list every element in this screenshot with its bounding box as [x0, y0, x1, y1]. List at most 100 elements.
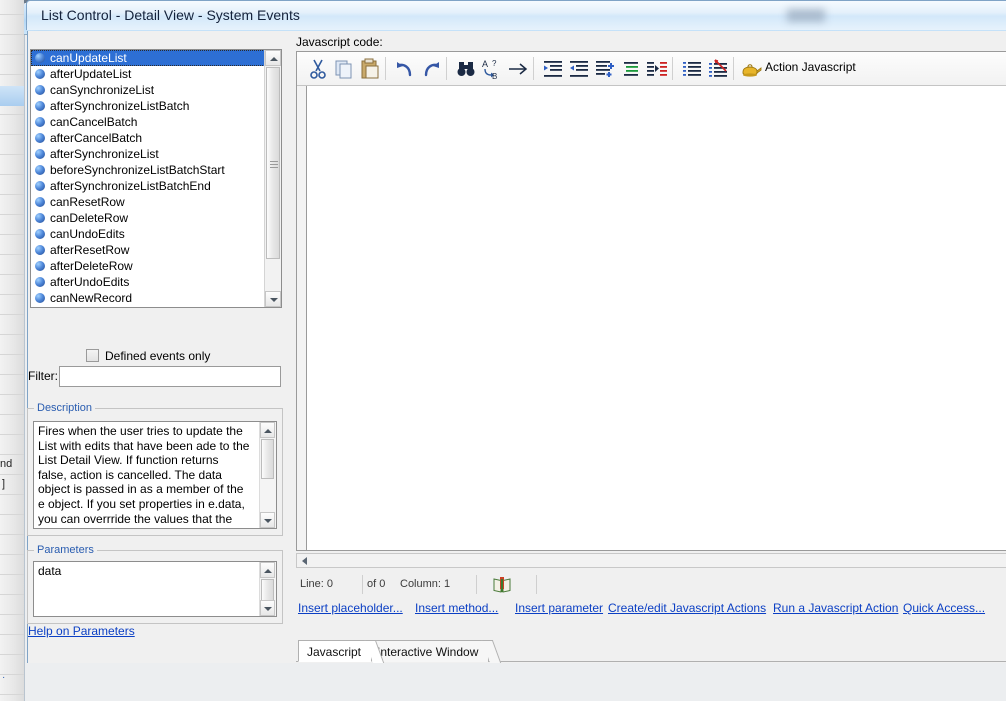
grip-line	[270, 167, 278, 168]
indent-increase-icon[interactable]	[541, 57, 565, 81]
event-list-item-label: canUpdateList	[50, 51, 127, 65]
event-list-item[interactable]: afterDeleteRow	[31, 258, 281, 274]
redo-icon[interactable]	[419, 57, 443, 81]
toolbar-separator	[385, 57, 386, 80]
code-text-area[interactable]	[297, 86, 1006, 550]
grip-line	[270, 161, 278, 162]
event-bullet-icon	[35, 245, 45, 255]
parameters-textbox[interactable]: data	[33, 561, 277, 617]
svg-text:A: A	[482, 59, 488, 69]
description-scroll-up-button[interactable]	[260, 422, 275, 438]
goto-line-icon[interactable]	[506, 57, 530, 81]
filter-input[interactable]	[59, 366, 281, 387]
event-list-item[interactable]: canDeleteRow	[31, 210, 281, 226]
replace-icon[interactable]: A ? B	[480, 57, 504, 81]
genie-lamp-icon[interactable]	[738, 57, 762, 81]
tab-skew	[482, 640, 501, 663]
cut-icon[interactable]	[306, 57, 330, 81]
tab-javascript[interactable]: Javascript	[298, 640, 372, 662]
editor-statusbar: Line: 0 of 0 Column: 1	[296, 575, 1006, 594]
parameters-scroll-thumb[interactable]	[261, 579, 274, 601]
event-list-item-label: canSynchronizeList	[50, 83, 154, 97]
run-javascript-action-link[interactable]: Run a Javascript Action	[773, 601, 898, 615]
event-list-item[interactable]: canCancelBatch	[31, 114, 281, 130]
parameters-scrollbar[interactable]	[259, 562, 276, 616]
toolbar-separator	[533, 57, 534, 80]
chevron-up-icon	[270, 57, 278, 61]
event-list-item-label: afterUndoEdits	[50, 275, 129, 289]
paste-icon[interactable]	[358, 57, 382, 81]
description-scroll-down-button[interactable]	[260, 512, 275, 528]
strip-format-icon[interactable]	[706, 57, 730, 81]
insert-snippet-icon[interactable]	[645, 57, 669, 81]
event-bullet-icon	[35, 293, 45, 303]
dialog-title: List Control - Detail View - System Even…	[41, 7, 300, 23]
event-list-item[interactable]: afterResetRow	[31, 242, 281, 258]
dialog-titlebar[interactable]: List Control - Detail View - System Even…	[26, 0, 1006, 30]
line-status: Line: 0	[296, 575, 363, 594]
event-list-item-label: afterCancelBatch	[50, 131, 142, 145]
command-links-row: Insert placeholder... Insert method... I…	[296, 601, 1006, 617]
system-events-listbox[interactable]: canUpdateListafterUpdateListcanSynchroni…	[30, 49, 282, 308]
system-events-rows: canUpdateListafterUpdateListcanSynchroni…	[31, 50, 281, 306]
background-text-fragment-3: ·	[2, 672, 5, 683]
event-list-item[interactable]: canResetRow	[31, 194, 281, 210]
events-scroll-thumb[interactable]	[266, 67, 280, 259]
undo-icon[interactable]	[393, 57, 417, 81]
find-icon[interactable]	[454, 57, 478, 81]
event-list-item[interactable]: canUpdateList	[31, 50, 281, 66]
events-scroll-up-button[interactable]	[265, 50, 281, 66]
titlebar-blurred-region	[787, 9, 825, 22]
event-list-item[interactable]: canSynchronizeList	[31, 82, 281, 98]
code-horizontal-scrollbar[interactable]	[296, 553, 1006, 568]
description-scroll-thumb[interactable]	[261, 439, 274, 479]
event-list-item[interactable]: afterSynchronizeListBatch	[31, 98, 281, 114]
indent-decrease-icon[interactable]	[567, 57, 591, 81]
hscroll-left-button[interactable]	[298, 555, 311, 566]
event-bullet-icon	[35, 261, 45, 271]
event-bullet-icon	[35, 213, 45, 223]
event-list-item-label: canNewRecord	[50, 291, 132, 305]
tab-interactive-window[interactable]: Interactive Window	[368, 640, 489, 662]
parameters-scroll-down-button[interactable]	[260, 600, 275, 616]
action-javascript-label[interactable]: Action Javascript	[765, 60, 856, 74]
event-bullet-icon	[35, 69, 45, 79]
insert-parameter-link[interactable]: Insert parameter	[515, 601, 603, 615]
insert-method-link[interactable]: Insert method...	[415, 601, 498, 615]
javascript-editor: A ? B	[296, 51, 1006, 551]
event-list-item[interactable]: afterUndoEdits	[31, 274, 281, 290]
event-list-item-label: afterDeleteRow	[50, 259, 133, 273]
description-textbox[interactable]: Fires when the user tries to update the …	[33, 421, 277, 529]
events-list-scrollbar[interactable]	[264, 50, 281, 307]
event-list-item[interactable]: canNewRecord	[31, 290, 281, 306]
event-list-item[interactable]: afterSynchronizeList	[31, 146, 281, 162]
open-book-icon[interactable]	[493, 576, 511, 593]
help-on-parameters-link[interactable]: Help on Parameters	[28, 624, 135, 638]
event-bullet-icon	[35, 181, 45, 191]
tab-interactive-window-label: Interactive Window	[377, 645, 478, 659]
checkbox-box-icon	[86, 349, 99, 362]
event-list-item[interactable]: afterSynchronizeListBatchEnd	[31, 178, 281, 194]
event-list-item[interactable]: beforeSynchronizeListBatchStart	[31, 162, 281, 178]
defined-events-only-checkbox[interactable]: Defined events only	[86, 349, 210, 363]
description-scrollbar[interactable]	[259, 422, 276, 528]
add-comment-icon[interactable]	[593, 57, 617, 81]
event-list-item[interactable]: afterUpdateList	[31, 66, 281, 82]
event-bullet-icon	[35, 101, 45, 111]
create-edit-js-actions-link[interactable]: Create/edit Javascript Actions	[608, 601, 766, 615]
event-list-item[interactable]: canUndoEdits	[31, 226, 281, 242]
parameters-text: data	[38, 564, 250, 579]
tab-javascript-label: Javascript	[307, 645, 361, 659]
uncomment-icon[interactable]	[619, 57, 643, 81]
events-scroll-down-button[interactable]	[265, 291, 281, 307]
quick-access-link[interactable]: Quick Access...	[903, 601, 985, 615]
dialog-bottom-area	[27, 663, 1006, 701]
editor-toolbar: A ? B	[297, 52, 1006, 86]
copy-icon[interactable]	[332, 57, 356, 81]
parameters-scroll-up-button[interactable]	[260, 562, 275, 578]
event-bullet-icon	[35, 165, 45, 175]
format-code-icon[interactable]	[680, 57, 704, 81]
parameters-group: Parameters data	[27, 550, 283, 624]
insert-placeholder-link[interactable]: Insert placeholder...	[298, 601, 403, 615]
event-list-item[interactable]: afterCancelBatch	[31, 130, 281, 146]
